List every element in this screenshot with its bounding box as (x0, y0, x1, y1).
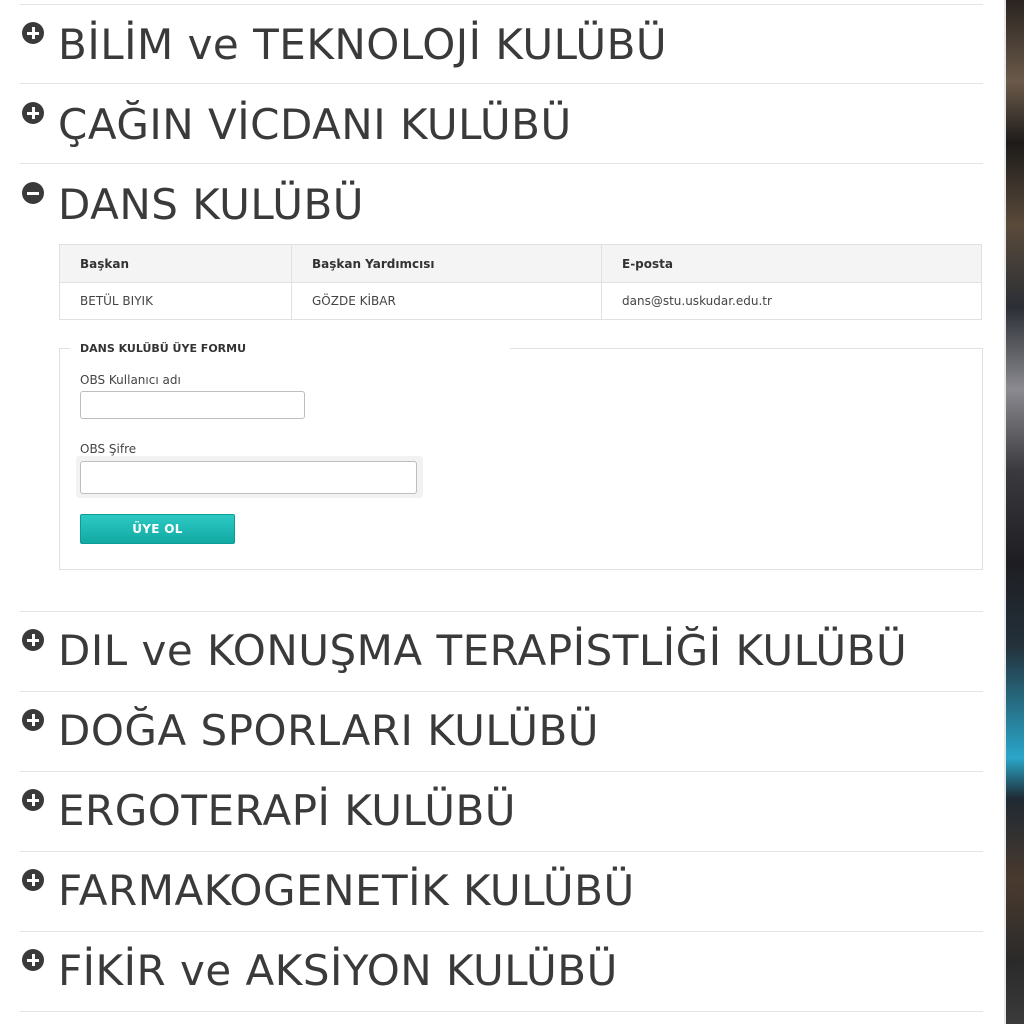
password-input[interactable] (80, 461, 417, 494)
table-divider (601, 245, 602, 319)
table-row: BETÜL BIYIK GÖZDE KİBAR dans@stu.uskudar… (60, 283, 981, 320)
minus-circle-icon[interactable] (22, 182, 44, 204)
club-officers-table: Başkan Başkan Yardımcısı E-posta BETÜL B… (59, 244, 982, 320)
accordion-title[interactable]: DOĞA SPORLARI KULÜBÜ (58, 706, 599, 756)
table-cell: BETÜL BIYIK (80, 294, 153, 308)
plus-circle-icon[interactable] (22, 789, 44, 811)
plus-circle-icon[interactable] (22, 869, 44, 891)
accordion-item-ergoterapi[interactable]: ERGOTERAPİ KULÜBÜ (20, 772, 983, 852)
join-button[interactable]: ÜYE OL (80, 514, 235, 544)
table-cell: dans@stu.uskudar.edu.tr (622, 294, 772, 308)
table-header-cell: E-posta (622, 257, 673, 271)
membership-form: DANS KULÜBÜ ÜYE FORMU OBS Kullanıcı adı … (59, 339, 983, 570)
plus-circle-icon[interactable] (22, 102, 44, 124)
accordion-title[interactable]: ÇAĞIN VİCDANI KULÜBÜ (58, 100, 572, 150)
accordion-title[interactable]: BİLİM ve TEKNOLOJİ KULÜBÜ (58, 20, 667, 70)
plus-circle-icon[interactable] (22, 629, 44, 651)
accordion-title[interactable]: FİKİR ve AKSİYON KULÜBÜ (58, 946, 618, 996)
table-header-cell: Başkan (80, 257, 130, 271)
accordion-item-cagin[interactable]: ÇAĞIN VİCDANI KULÜBÜ (20, 84, 983, 164)
accordion-item-dil[interactable]: DIL ve KONUŞMA TERAPİSTLİĞİ KULÜBÜ (20, 612, 983, 692)
table-header-row: Başkan Başkan Yardımcısı E-posta (60, 245, 981, 283)
divider (20, 1011, 983, 1012)
username-input[interactable] (80, 391, 305, 419)
table-header-cell: Başkan Yardımcısı (312, 257, 435, 271)
password-label: OBS Şifre (80, 442, 137, 456)
table-divider (291, 245, 292, 319)
side-photo-strip (1004, 0, 1024, 1024)
accordion-item-dans[interactable]: DANS KULÜBÜ (20, 164, 983, 229)
accordion-title[interactable]: DANS KULÜBÜ (58, 180, 364, 230)
table-cell: GÖZDE KİBAR (312, 294, 396, 308)
accordion-item-farmakogenetik[interactable]: FARMAKOGENETİK KULÜBÜ (20, 852, 983, 932)
form-legend: DANS KULÜBÜ ÜYE FORMU (70, 339, 510, 359)
accordion-item-bilim[interactable]: BİLİM ve TEKNOLOJİ KULÜBÜ (20, 4, 983, 84)
plus-circle-icon[interactable] (22, 709, 44, 731)
accordion-title[interactable]: FARMAKOGENETİK KULÜBÜ (58, 866, 635, 916)
plus-circle-icon[interactable] (22, 949, 44, 971)
accordion-item-doga[interactable]: DOĞA SPORLARI KULÜBÜ (20, 692, 983, 772)
plus-circle-icon[interactable] (22, 22, 44, 44)
accordion-title[interactable]: ERGOTERAPİ KULÜBÜ (58, 786, 516, 836)
accordion-title[interactable]: DIL ve KONUŞMA TERAPİSTLİĞİ KULÜBÜ (58, 626, 907, 676)
accordion-item-fikir[interactable]: FİKİR ve AKSİYON KULÜBÜ (20, 932, 983, 1012)
username-label: OBS Kullanıcı adı (80, 373, 181, 387)
